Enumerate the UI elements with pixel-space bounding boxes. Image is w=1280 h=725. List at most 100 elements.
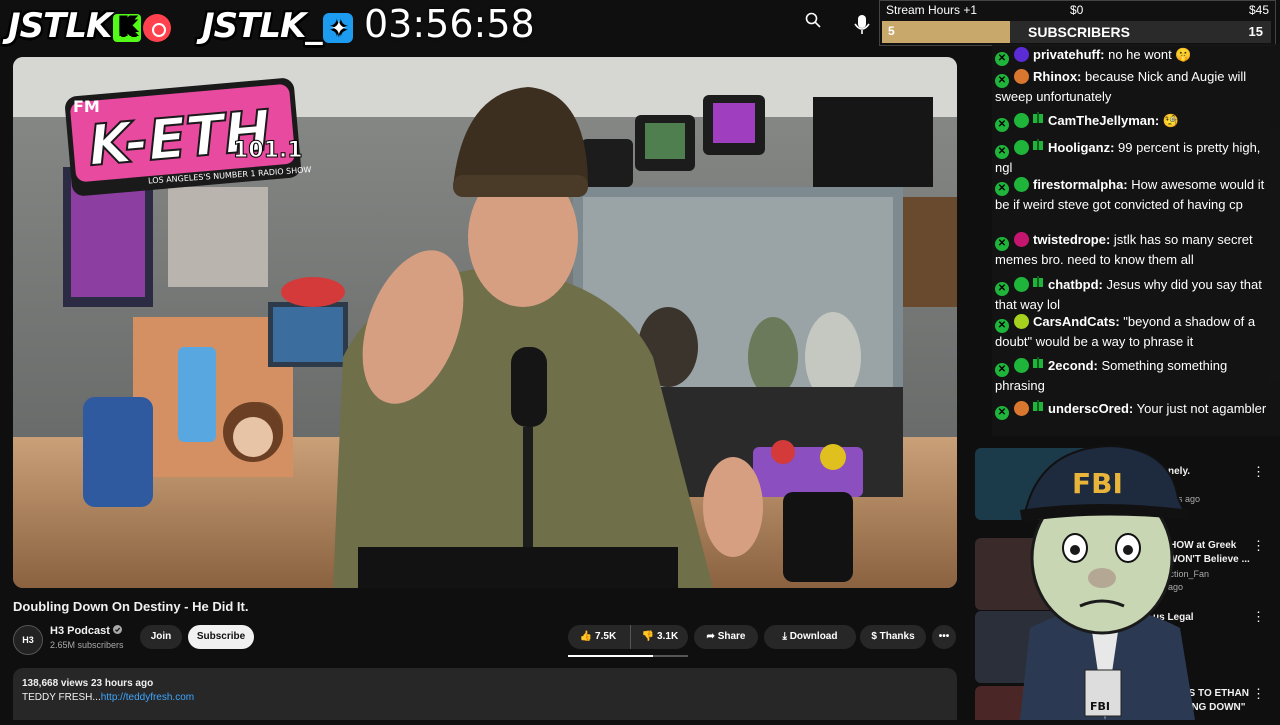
logo-text: JSTLK_ (202, 6, 322, 46)
chat-avatar (1014, 177, 1029, 192)
chat-username[interactable]: firestormalpha: (1033, 177, 1128, 192)
channel-name-text: H3 Podcast (50, 625, 110, 637)
jstlk-logo-twitter: JSTLK_ ✦ (202, 6, 354, 46)
subscribe-button[interactable]: Subscribe (188, 625, 254, 649)
chat-avatar (1014, 358, 1029, 373)
chat-text: Your just not agambler (1133, 401, 1267, 416)
gift-badge-icon (1033, 355, 1043, 368)
chat-avatar (1014, 277, 1029, 292)
record-icon (143, 13, 172, 42)
join-button[interactable]: Join (140, 625, 182, 649)
description-link[interactable]: http://teddyfresh.com (101, 692, 194, 703)
thanks-icon: $ (871, 631, 877, 642)
thumbs-up-icon: 👍 (579, 631, 593, 642)
recommendation-menu-button[interactable]: ⋮ (1252, 538, 1265, 554)
chat-username[interactable]: twistedrope: (1033, 232, 1110, 247)
video-stats: 138,668 views 23 hours ago (22, 678, 154, 689)
video-title: Doubling Down On Destiny - He Did It. (13, 599, 249, 614)
check-circle-icon (112, 625, 122, 634)
stream-hours-widget: Stream Hours +1 $0 $45 5 SUBSCRIBERS 15 (879, 0, 1276, 46)
recommendation-menu-button[interactable]: ⋮ (1252, 686, 1265, 702)
download-button[interactable]: ⤓ Download (764, 625, 856, 649)
share-arrow-icon: ➦ (706, 631, 715, 642)
like-ratio-fill (568, 655, 654, 657)
chat-message: ✕ Hooliganz: 99 percent is pretty high, n… (995, 137, 1278, 177)
channel-name[interactable]: H3 Podcast (50, 625, 122, 637)
chat-avatar (1014, 47, 1029, 62)
live-chat-overlay: ✕ privatehuff: no he wont 🤫 ✕ Rhinox: becau… (992, 44, 1280, 436)
fbi-character-overlay: FBI FBI (1010, 438, 1200, 720)
chat-message: ✕ twistedrope: jstlk has so many secret m… (995, 231, 1278, 269)
chat-message: ✕ CamTheJellyman: 🧐 (995, 110, 1278, 132)
kick-icon: K (113, 13, 142, 42)
gift-badge-icon (1033, 110, 1043, 123)
chat-message: ✕ 2econd: Something something phrasing (995, 355, 1278, 395)
stream-clock: 03:56:58 (364, 2, 535, 46)
goal-progress-fill (882, 21, 1011, 43)
chat-message: ✕ underscOred: Your just not agambler (995, 398, 1278, 420)
mod-check-icon: ✕ (995, 319, 1009, 333)
mod-check-icon: ✕ (995, 118, 1009, 132)
channel-avatar[interactable]: H3 (13, 625, 43, 655)
mod-check-icon: ✕ (995, 282, 1009, 296)
search-icon (805, 12, 821, 28)
chat-avatar (1014, 69, 1029, 84)
chat-text: no he wont 🤫 (1104, 47, 1192, 62)
like-button[interactable]: 👍 7.5K (568, 625, 628, 649)
mod-check-icon: ✕ (995, 52, 1009, 66)
chat-avatar (1014, 232, 1029, 247)
search-button[interactable] (798, 8, 828, 36)
microphone-icon (854, 15, 870, 34)
chat-avatar (1014, 314, 1029, 329)
gift-badge-icon (1033, 398, 1043, 411)
mod-check-icon: ✕ (995, 237, 1009, 251)
twitter-icon: ✦ (323, 12, 354, 43)
chat-username[interactable]: 2econd: (1048, 358, 1098, 373)
stream-hours-title: Stream Hours +1 (886, 3, 978, 17)
description-box[interactable]: 138,668 views 23 hours ago TEDDY FRESH..… (13, 668, 957, 720)
like-dislike-group: 👍 7.5K 👎 3.1K (568, 625, 688, 649)
description-prefix: TEDDY FRESH... (22, 692, 101, 703)
like-count: 7.5K (595, 631, 617, 642)
chat-username[interactable]: underscOred: (1048, 401, 1133, 416)
chat-avatar (1014, 140, 1029, 155)
mod-check-icon: ✕ (995, 363, 1009, 377)
gift-badge-icon (1033, 274, 1043, 287)
goal-progress-bar: 5 SUBSCRIBERS 15 (882, 21, 1271, 43)
thanks-button[interactable]: $ Thanks (860, 625, 926, 649)
station-frequency: 101.1 (233, 138, 303, 163)
fbi-cap-text: FBI (1072, 467, 1123, 500)
chat-username[interactable]: chatbpd: (1048, 277, 1103, 292)
voice-search-button[interactable] (848, 6, 876, 38)
chat-message: ✕ CarsAndCats: "beyond a shadow of a doub… (995, 313, 1278, 351)
subscribers-label: SUBSCRIBERS (1028, 24, 1130, 40)
chat-username[interactable]: privatehuff: (1033, 47, 1105, 62)
dislike-button[interactable]: 👎 3.1K (630, 625, 689, 649)
chat-message: ✕ Rhinox: because Nick and Augie will swe… (995, 68, 1278, 106)
chat-message: ✕ chatbpd: Jesus why did you say that tha… (995, 274, 1278, 314)
channel-subscriber-count: 2.65M subscribers (50, 640, 124, 650)
more-horizontal-icon: ••• (938, 631, 950, 642)
goal-max-label: $45 (1248, 3, 1269, 17)
recommendation-menu-button[interactable]: ⋮ (1252, 609, 1265, 625)
chat-username[interactable]: Rhinox: (1033, 69, 1081, 84)
chat-avatar (1014, 113, 1029, 128)
fbi-badge-text: FBI (1090, 700, 1110, 713)
video-player[interactable]: FM K-ETH 101.1 LOS ANGELES'S NUMBER 1 RA… (13, 57, 957, 588)
share-button[interactable]: ➦ Share (694, 625, 758, 649)
fbi-cartoon: FBI FBI (1020, 444, 1195, 720)
chat-username[interactable]: CarsAndCats: (1033, 314, 1120, 329)
thumbs-down-icon: 👎 (641, 631, 655, 642)
chat-message: ✕ privatehuff: no he wont 🤫 (995, 46, 1278, 66)
video-frame: FM K-ETH 101.1 LOS ANGELES'S NUMBER 1 RA… (13, 57, 957, 588)
chat-username[interactable]: CamTheJellyman: (1048, 113, 1159, 128)
goal-min-label: $0 (1070, 3, 1084, 17)
download-icon: ⤓ (782, 631, 787, 642)
more-actions-button[interactable]: ••• (932, 625, 956, 649)
share-label: Share (717, 631, 746, 642)
recommendation-menu-button[interactable]: ⋮ (1252, 464, 1265, 480)
mod-check-icon: ✕ (995, 145, 1009, 159)
chat-text: 🧐 (1159, 113, 1180, 128)
chat-username[interactable]: Hooliganz: (1048, 140, 1114, 155)
mod-check-icon: ✕ (995, 74, 1009, 88)
